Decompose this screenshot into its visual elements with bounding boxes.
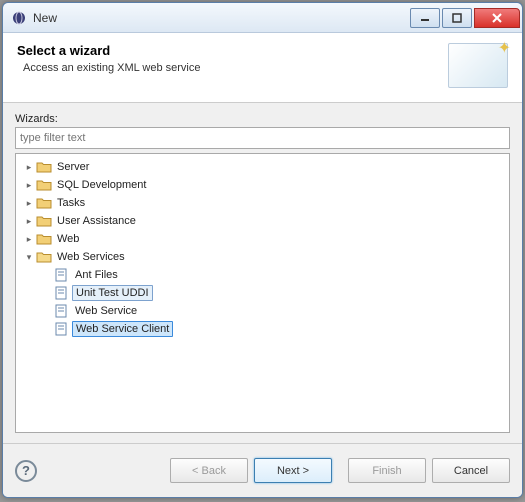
folder-icon	[36, 178, 52, 192]
tree-item[interactable]: Web Service	[18, 302, 507, 320]
back-button[interactable]: < Back	[170, 458, 248, 483]
close-button[interactable]	[474, 8, 520, 28]
finish-button[interactable]: Finish	[348, 458, 426, 483]
tree-label: User Assistance	[54, 214, 139, 228]
help-icon[interactable]: ?	[15, 460, 37, 482]
banner-subtext: Access an existing XML web service	[23, 62, 448, 74]
titlebar[interactable]: New	[3, 3, 522, 33]
tree-label: Ant Files	[72, 268, 121, 282]
folder-icon	[36, 214, 52, 228]
file-icon	[54, 268, 70, 282]
tree-folder[interactable]: ▸ SQL Development	[18, 176, 507, 194]
wizard-icon	[448, 43, 508, 88]
eclipse-icon	[11, 10, 27, 26]
file-icon	[54, 304, 70, 318]
minimize-button[interactable]	[410, 8, 440, 28]
tree-label: Web	[54, 232, 82, 246]
wizard-body: Wizards: ▸ Server ▸ SQL Development ▸ Tasks ▸ U…	[3, 103, 522, 443]
chevron-right-icon: ▸	[22, 198, 36, 209]
tree-label: Tasks	[54, 196, 88, 210]
tree-label: Web Service	[72, 304, 140, 318]
wizards-label: Wizards:	[15, 113, 510, 125]
cancel-button[interactable]: Cancel	[432, 458, 510, 483]
filter-input[interactable]	[15, 127, 510, 149]
tree-label: SQL Development	[54, 178, 149, 192]
folder-icon	[36, 196, 52, 210]
file-icon	[54, 322, 70, 336]
tree-item[interactable]: Web Service Client	[18, 320, 507, 338]
tree-folder[interactable]: ▸ User Assistance	[18, 212, 507, 230]
next-button[interactable]: Next >	[254, 458, 332, 483]
chevron-right-icon: ▸	[22, 216, 36, 227]
window-title: New	[33, 11, 410, 25]
wizard-banner: Select a wizard Access an existing XML w…	[3, 33, 522, 103]
dialog-window: New Select a wizard Access an existing X…	[2, 2, 523, 498]
banner-heading: Select a wizard	[17, 43, 448, 58]
tree-label: Web Services	[54, 250, 128, 264]
window-controls	[410, 8, 520, 28]
tree-item[interactable]: Unit Test UDDI	[18, 284, 507, 302]
wizard-tree[interactable]: ▸ Server ▸ SQL Development ▸ Tasks ▸ User Assis…	[15, 153, 510, 433]
folder-icon	[36, 160, 52, 174]
chevron-right-icon: ▸	[22, 234, 36, 245]
tree-label: Unit Test UDDI	[72, 285, 153, 301]
tree-label: Web Service Client	[72, 321, 173, 337]
maximize-button[interactable]	[442, 8, 472, 28]
tree-folder[interactable]: ▾ Web Services	[18, 248, 507, 266]
chevron-down-icon: ▾	[22, 252, 36, 263]
chevron-right-icon: ▸	[22, 162, 36, 173]
folder-icon	[36, 232, 52, 246]
tree-folder[interactable]: ▸ Server	[18, 158, 507, 176]
tree-folder[interactable]: ▸ Web	[18, 230, 507, 248]
tree-label: Server	[54, 160, 92, 174]
file-icon	[54, 286, 70, 300]
tree-item[interactable]: Ant Files	[18, 266, 507, 284]
folder-icon	[36, 250, 52, 264]
tree-folder[interactable]: ▸ Tasks	[18, 194, 507, 212]
chevron-right-icon: ▸	[22, 180, 36, 191]
button-bar: ? < Back Next > Finish Cancel	[3, 443, 522, 497]
